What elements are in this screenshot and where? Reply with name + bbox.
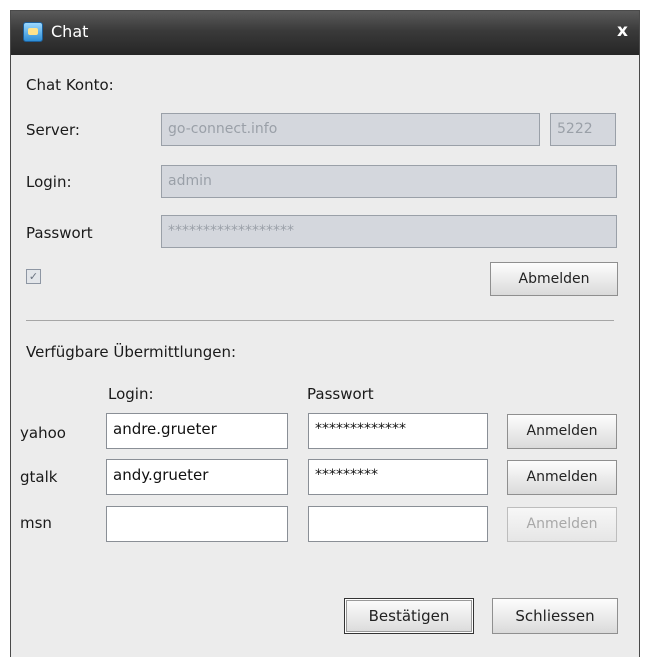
msn-password-field[interactable]: [308, 506, 488, 542]
login-field[interactable]: admin: [161, 165, 617, 198]
yahoo-password-field[interactable]: *************: [308, 413, 488, 449]
service-label-msn: msn: [20, 514, 52, 532]
remember-checkbox[interactable]: ✓: [26, 269, 41, 284]
gtalk-password-field[interactable]: *********: [308, 459, 488, 495]
gtalk-login-button[interactable]: Anmelden: [507, 460, 617, 495]
account-section-label: Chat Konto:: [26, 76, 114, 94]
transports-section-label: Verfügbare Übermittlungen:: [26, 343, 237, 361]
service-label-yahoo: yahoo: [20, 424, 66, 442]
chat-phone-icon: [23, 22, 43, 42]
gtalk-login-field[interactable]: andy.grueter: [106, 459, 288, 495]
close-button[interactable]: Schliessen: [492, 598, 618, 634]
yahoo-login-button[interactable]: Anmelden: [507, 414, 617, 449]
transport-login-header: Login:: [108, 385, 154, 403]
password-field[interactable]: ******************: [161, 215, 617, 248]
server-label: Server:: [26, 121, 80, 139]
msn-login-button[interactable]: Anmelden: [507, 507, 617, 542]
title-bar[interactable]: Chat x: [11, 11, 639, 55]
login-label: Login:: [26, 173, 72, 191]
yahoo-login-field[interactable]: andre.grueter: [106, 413, 288, 449]
server-field[interactable]: go-connect.info: [161, 113, 540, 146]
logout-button[interactable]: Abmelden: [490, 262, 618, 296]
section-divider: [26, 320, 614, 321]
chat-dialog: Chat x: [10, 10, 640, 657]
port-field[interactable]: 5222: [550, 113, 616, 146]
password-label: Passwort: [26, 224, 93, 242]
service-label-gtalk: gtalk: [20, 468, 58, 486]
close-icon[interactable]: x: [617, 21, 628, 41]
msn-login-field[interactable]: [106, 506, 288, 542]
confirm-button[interactable]: Bestätigen: [344, 598, 474, 634]
window-title: Chat: [51, 22, 89, 41]
transport-password-header: Passwort: [307, 385, 374, 403]
